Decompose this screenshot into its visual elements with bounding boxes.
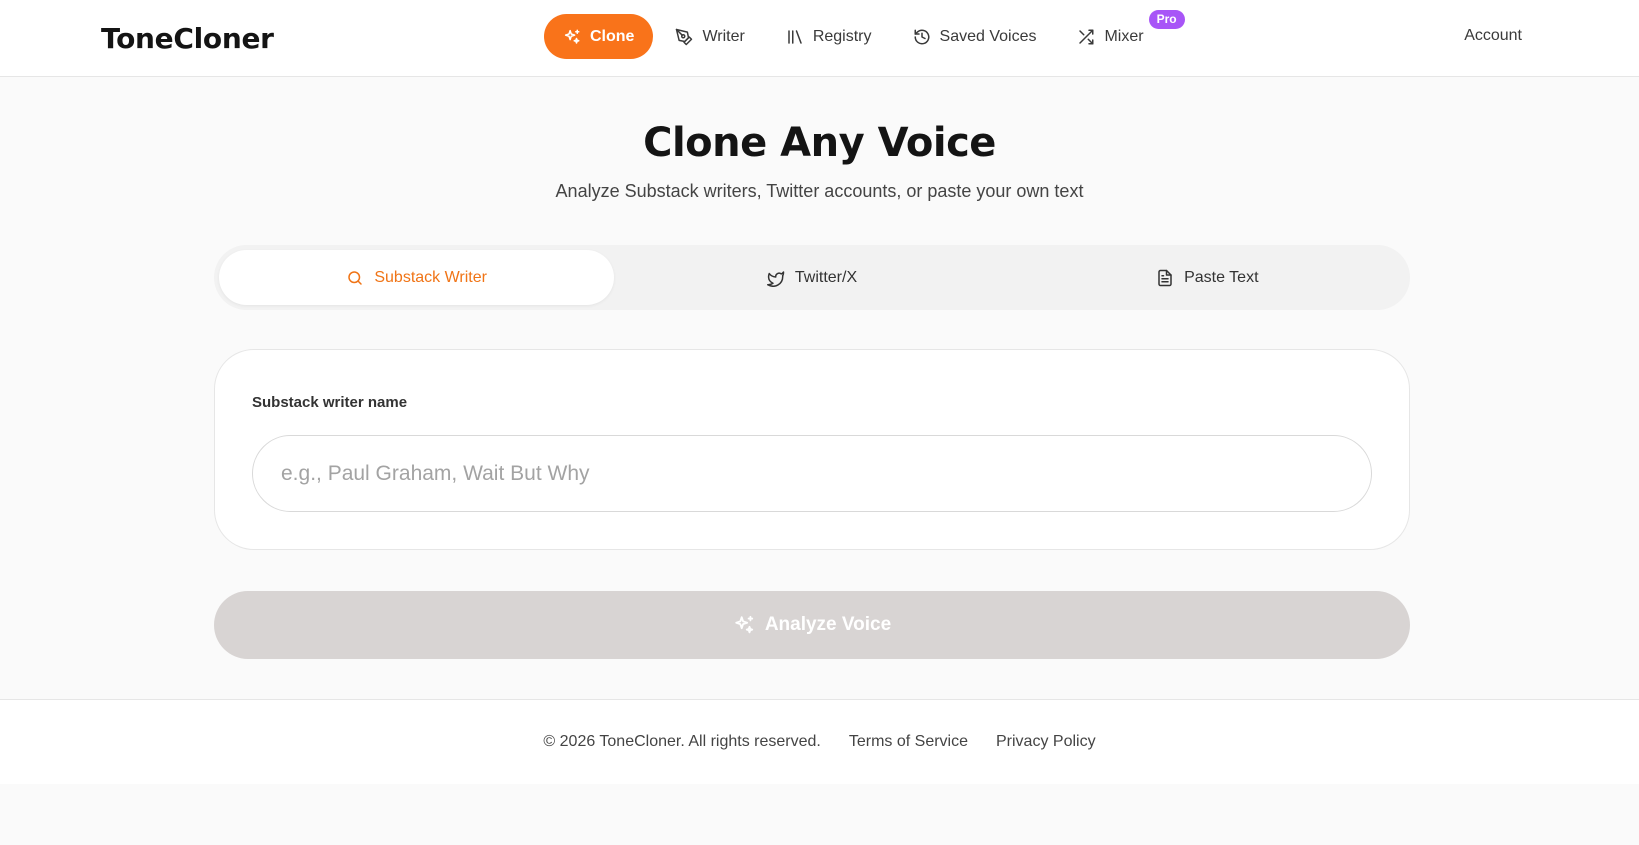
nav-item-saved-voices[interactable]: Saved Voices [894,14,1056,59]
page-footer: © 2026 ToneCloner. All rights reserved. … [0,699,1639,784]
page-subtitle: Analyze Substack writers, Twitter accoun… [555,181,1084,201]
writer-name-input[interactable] [252,435,1372,512]
terms-link[interactable]: Terms of Service [849,733,968,751]
tab-label-twitter: Twitter/X [794,268,858,286]
privacy-link[interactable]: Privacy Policy [996,733,1096,751]
search-icon [348,270,363,285]
writer-name-label: Substack writer name [252,394,408,411]
top-navbar: ToneCloner Clone Writer Registry Saved V… [0,0,1639,77]
pro-badge: Pro [1148,10,1185,29]
document-icon [1158,269,1172,286]
analyze-voice-button[interactable]: Analyze Voice [214,591,1410,659]
nav-label-saved-voices: Saved Voices [939,27,1037,45]
nav-item-clone[interactable]: Clone [544,14,654,59]
tab-paste-text[interactable]: Paste Text [1010,250,1405,305]
substack-form-card: Substack writer name [214,349,1410,550]
nav-label-clone: Clone [590,27,635,45]
shuffle-icon [1079,29,1094,44]
analyze-voice-label: Analyze Voice [764,614,892,635]
tab-twitter[interactable]: Twitter/X [614,250,1009,305]
main-nav: Clone Writer Registry Saved Voices Mixer… [544,10,1185,59]
tab-label-paste: Paste Text [1184,268,1259,286]
source-tabs: Substack Writer Twitter/X Paste Text [214,245,1410,310]
footer-copyright: © 2026 ToneCloner. All rights reserved. [543,733,821,750]
tab-label-substack: Substack Writer [374,268,487,286]
nav-item-mixer[interactable]: Mixer Pro [1058,10,1185,59]
twitter-icon [766,270,785,287]
pen-nib-icon [676,28,693,45]
nav-label-writer: Writer [702,27,745,45]
nav-label-registry: Registry [812,27,872,45]
history-icon [914,29,929,44]
nav-item-registry[interactable]: Registry [767,14,891,59]
sparkles-icon [735,615,753,634]
page-title: Clone Any Voice [643,120,996,166]
sparkles-icon [564,29,580,44]
tab-substack-writer[interactable]: Substack Writer [219,250,615,305]
nav-label-mixer: Mixer [1104,27,1144,45]
nav-item-writer[interactable]: Writer [656,14,763,59]
library-icon [788,29,802,44]
account-link[interactable]: Account [1464,27,1522,45]
brand-logo[interactable]: ToneCloner [101,22,274,55]
